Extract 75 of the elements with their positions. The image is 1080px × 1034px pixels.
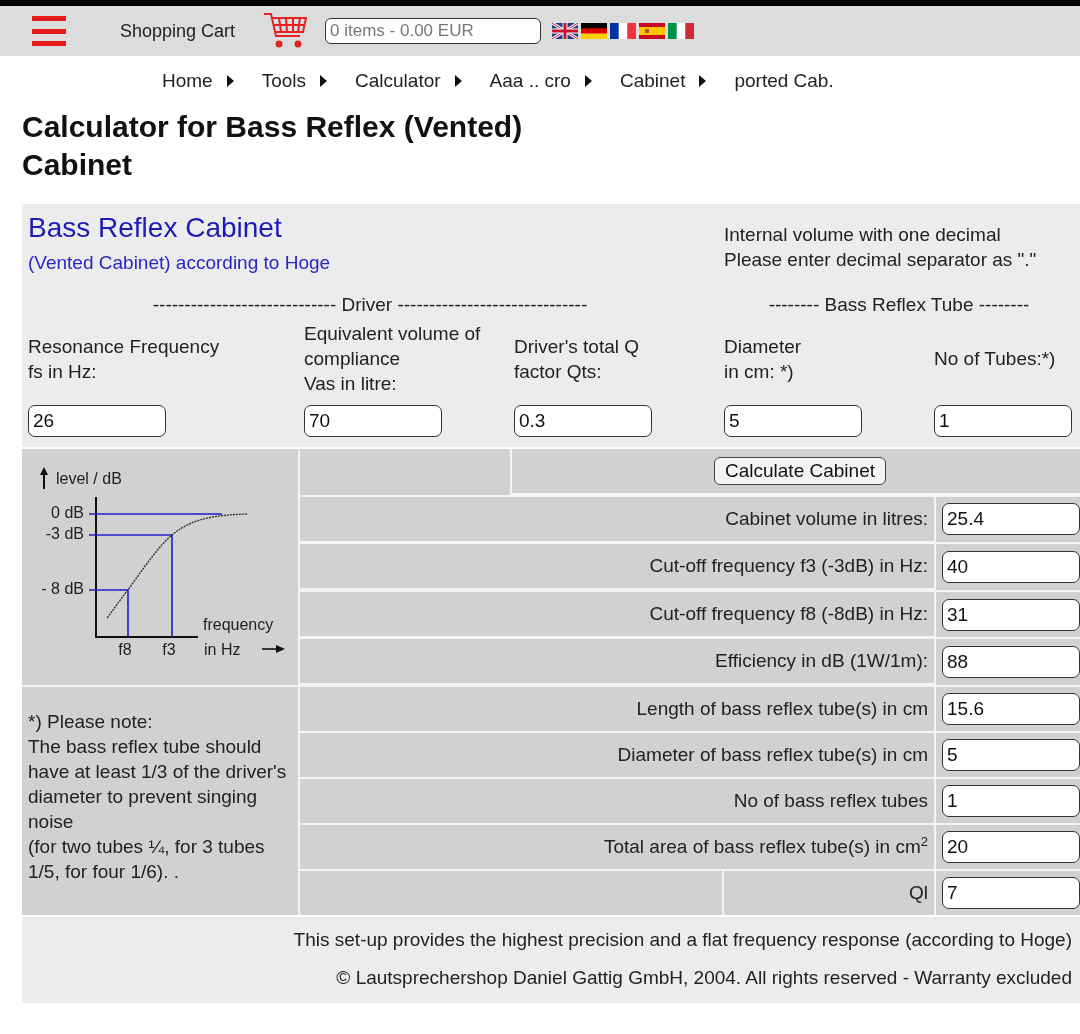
french-flag-icon[interactable] <box>610 23 637 39</box>
result-field[interactable]: 15.6 <box>942 693 1080 725</box>
right-arrow-icon <box>261 645 285 653</box>
field-label: Resonance Frequency <box>28 334 221 359</box>
group-header: ----------------------------- Driver ------------------------------ <box>152 294 588 315</box>
field-label: No of Tubes:*) <box>934 347 1057 371</box>
result-field[interactable]: 25.4 <box>942 503 1080 536</box>
input-field[interactable]: 5 <box>724 405 862 437</box>
frequency-label: f3 <box>162 641 176 658</box>
caret-icon <box>320 75 328 87</box>
note-text: (for two tubes ¼, for 3 tubes 1/5, for four 1/6). . <box>28 835 266 884</box>
level-label: - 8 dB <box>41 580 84 597</box>
caret-icon <box>584 75 592 87</box>
input-field[interactable]: 70 <box>304 405 442 437</box>
caret-icon <box>454 75 462 87</box>
breadcrumb-link[interactable]: ported Cab. <box>734 70 834 92</box>
result-label: Length of bass reflex tube(s) in cm <box>636 698 928 720</box>
calculate-button[interactable]: Calculate Cabinet <box>714 457 886 485</box>
axis-label: in Hz <box>204 641 241 658</box>
cart-label: Shopping Cart <box>120 20 236 42</box>
result-field[interactable]: 20 <box>942 831 1080 863</box>
field-label: fs in Hz: <box>28 359 98 384</box>
field-label: Diameter <box>724 334 803 359</box>
note-text: The bass reflex tube should have at least 1/3 of the driver's diameter to prevent singing noise <box>28 735 288 834</box>
result-field[interactable]: 88 <box>942 646 1080 679</box>
calculator-subtitle: (Vented Cabinet) according to Hoge <box>28 251 332 275</box>
result-label: Diameter of bass reflex tube(s) in cm <box>617 744 928 766</box>
result-label: Total area of bass reflex tube(s) in cm$^{2}$ <box>603 836 928 858</box>
menu-icon[interactable] <box>32 16 66 46</box>
caret-icon <box>226 75 234 87</box>
result-field[interactable]: 31 <box>942 598 1080 631</box>
hint-text: Internal volume with one decimal <box>724 223 1002 247</box>
input-field[interactable]: 0.3 <box>514 405 652 437</box>
breadcrumb-link[interactable]: Tools <box>261 70 307 92</box>
result-label: Efficiency in dB (1W/1m): <box>715 650 928 673</box>
up-arrow-icon <box>40 467 48 490</box>
result-label: Cut-off frequency f8 (-8dB) in Hz: <box>649 602 928 625</box>
result-label: Cabinet volume in litres: <box>725 507 928 530</box>
breadcrumb-link[interactable]: Aaa .. cro <box>489 70 571 92</box>
field-label: Driver's total Q <box>514 334 641 359</box>
italian-flag-icon[interactable] <box>668 23 695 39</box>
spanish-flag-icon[interactable] <box>639 23 666 39</box>
result-label: Ql <box>909 882 928 904</box>
result-label: Cut-off frequency f3 (-3dB) in Hz: <box>649 555 928 578</box>
field-label: Equivalent volume of <box>304 322 482 346</box>
level-label: -3 dB <box>45 525 84 542</box>
hint-text: Please enter decimal separator as "." <box>724 248 1038 272</box>
frequency-label: f8 <box>118 641 132 658</box>
german-flag-icon[interactable] <box>581 23 608 39</box>
axis-label: level / dB <box>56 470 122 487</box>
uk-flag-icon[interactable] <box>552 23 579 39</box>
field-label: compliance <box>304 347 402 371</box>
result-field[interactable]: 7 <box>942 877 1080 909</box>
field-label: factor Qts: <box>514 359 603 384</box>
breadcrumb-link[interactable]: Calculator <box>355 70 441 92</box>
group-header: -------- Bass Reflex Tube -------- <box>768 294 1030 315</box>
field-label: in cm: *) <box>724 359 795 384</box>
axis-label: frequency <box>203 616 274 633</box>
breadcrumb-link[interactable]: Home <box>162 70 213 92</box>
footer-text: This set-up provides the highest precision and a flat frequency response (according to Hoge) <box>292 928 1072 952</box>
cart-summary-field[interactable]: 0 items - 0.00 EUR <box>325 18 542 44</box>
calculator-title: Bass Reflex Cabinet <box>28 211 283 245</box>
result-field[interactable]: 40 <box>942 551 1080 583</box>
level-label: 0 dB <box>51 504 84 521</box>
page-title: Calculator for Bass Reflex (Vented) Cabinet <box>22 109 524 183</box>
note-text: *) Please note: <box>28 710 154 734</box>
result-label: No of bass reflex tubes <box>733 790 928 812</box>
input-field[interactable]: 26 <box>28 405 166 437</box>
caret-icon <box>699 75 707 87</box>
result-field[interactable]: 5 <box>942 739 1080 771</box>
input-field[interactable]: 1 <box>934 405 1072 437</box>
field-label: Vas in litre: <box>304 372 398 396</box>
footer-text: © Lautsprechershop Daniel Gattig GmbH, 2004. All rights reserved - Warranty excluded <box>335 966 1072 990</box>
breadcrumb-link[interactable]: Cabinet <box>619 70 686 92</box>
result-field[interactable]: 1 <box>942 785 1080 817</box>
